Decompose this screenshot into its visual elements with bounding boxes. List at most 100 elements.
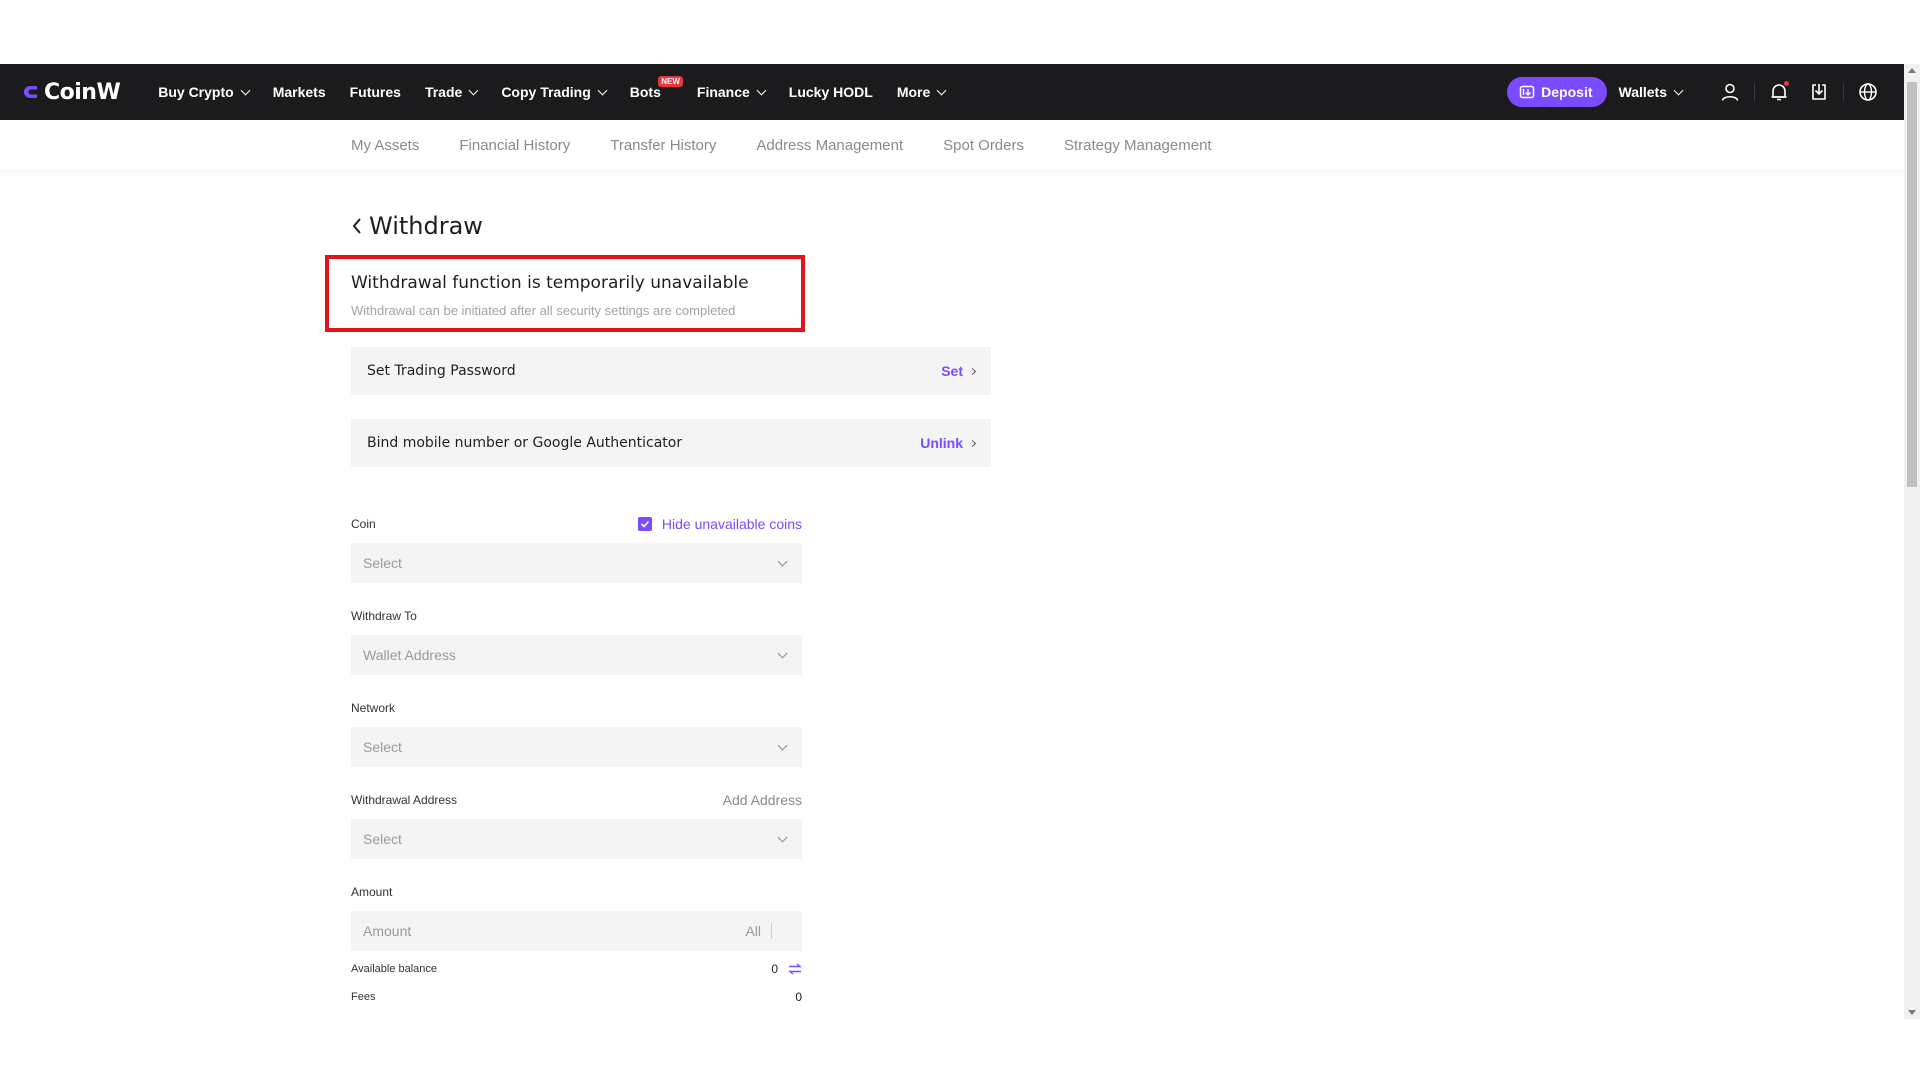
globe-icon-svg [1859, 83, 1877, 101]
globe-icon[interactable] [1848, 72, 1888, 112]
coin-field: Coin Hide unavailable coins Select [351, 512, 802, 604]
amount-input[interactable] [363, 923, 746, 939]
scroll-up-arrow-icon[interactable] [1908, 68, 1916, 73]
logo-text: CoinW [44, 79, 121, 105]
chevron-down-icon [468, 85, 479, 95]
set-trading-password-button[interactable]: Set [941, 363, 977, 379]
divider [1843, 83, 1844, 101]
nav-item-bots[interactable]: Bots NEW [630, 76, 683, 100]
unlink-authenticator-button[interactable]: Unlink [920, 435, 977, 451]
withdrawal-address-field: Withdrawal Address Add Address Select [351, 788, 802, 880]
scroll-thumb[interactable] [1907, 82, 1917, 487]
coin-select-value: Select [363, 555, 402, 571]
nav-item-futures[interactable]: Futures [350, 84, 401, 100]
subnav-transfer-history[interactable]: Transfer History [610, 137, 716, 154]
nav-item-buy-crypto[interactable]: Buy Crypto [158, 84, 251, 100]
withdrawal-unavailable-notice: Withdrawal function is temporarily unava… [325, 255, 805, 332]
amount-field: Amount All Available balance 0 [351, 880, 802, 1011]
withdraw-to-select[interactable]: Wallet Address [351, 635, 802, 675]
checkbox-checked-icon[interactable] [637, 517, 652, 531]
divider [1754, 83, 1755, 101]
hide-coins-label: Hide unavailable coins [661, 516, 802, 532]
bell-icon[interactable] [1759, 72, 1799, 112]
main-nav: Buy Crypto Markets Futures Trade Copy Tr… [158, 76, 969, 100]
fees-row: Fees 0 [351, 983, 802, 1011]
subnav-strategy-management[interactable]: Strategy Management [1064, 137, 1212, 154]
nav-label: Finance [696, 84, 750, 100]
action-label: Unlink [920, 435, 963, 451]
chevron-down-icon [936, 85, 947, 95]
add-address-link[interactable]: Add Address [723, 792, 802, 808]
fees-value: 0 [795, 990, 802, 1004]
logo[interactable]: CoinW [24, 79, 121, 105]
download-icon[interactable] [1799, 72, 1839, 112]
top-navbar: CoinW Buy Crypto Markets Futures Trade C… [0, 64, 1904, 120]
deposit-button[interactable]: Deposit [1507, 77, 1607, 107]
page: CoinW Buy Crypto Markets Futures Trade C… [0, 0, 1920, 1080]
hide-unavailable-coins-checkbox[interactable]: Hide unavailable coins [637, 516, 802, 532]
action-label: Set [941, 363, 963, 379]
chevron-down-icon [756, 85, 767, 95]
network-select[interactable]: Select [351, 727, 802, 767]
coinw-logo-icon [24, 86, 37, 98]
coin-select[interactable]: Select [351, 543, 802, 583]
network-field: Network Select [351, 696, 802, 788]
chevron-down-icon [777, 648, 788, 658]
nav-label: Trade [424, 84, 463, 100]
wallets-menu[interactable]: Wallets [1618, 84, 1684, 100]
nav-label: More [896, 84, 931, 100]
back-to-assets[interactable]: Withdraw [351, 212, 991, 240]
nav-label: Lucky HODL [788, 84, 873, 100]
wallets-label: Wallets [1618, 84, 1668, 100]
withdrawal-address-label: Withdrawal Address [351, 793, 458, 807]
nav-item-more[interactable]: More [896, 84, 947, 100]
new-badge: NEW [658, 76, 683, 87]
download-icon-svg [1812, 84, 1826, 100]
notice-title: Withdrawal function is temporarily unava… [351, 273, 749, 293]
security-item-label: Bind mobile number or Google Authenticat… [367, 435, 683, 451]
all-amount-button[interactable]: All [745, 923, 772, 939]
address-select-value: Select [363, 831, 402, 847]
nav-item-trade[interactable]: Trade [424, 84, 479, 100]
chevron-down-icon [777, 556, 788, 566]
scroll-down-arrow-icon[interactable] [1908, 1010, 1916, 1015]
chevron-down-icon [597, 85, 608, 95]
user-icon-svg [1721, 83, 1739, 101]
available-balance-label: Available balance [351, 963, 438, 975]
subnav-address-management[interactable]: Address Management [756, 137, 903, 154]
withdraw-to-label: Withdraw To [351, 609, 417, 623]
withdrawal-address-select[interactable]: Select [351, 819, 802, 859]
nav-label: Copy Trading [501, 84, 591, 100]
subnav-financial-history[interactable]: Financial History [459, 137, 570, 154]
available-balance-value: 0 [771, 962, 778, 976]
coin-label: Coin [351, 517, 376, 531]
trading-password-row: Set Trading Password Set [351, 347, 991, 395]
subnav-my-assets[interactable]: My Assets [351, 137, 419, 154]
nav-item-lucky-hodl[interactable]: Lucky HODL [789, 84, 873, 100]
chevron-down-icon [777, 740, 788, 750]
amount-label: Amount [351, 885, 393, 899]
security-item-label: Set Trading Password [367, 363, 516, 379]
withdraw-form: Coin Hide unavailable coins Select Withd… [351, 512, 802, 1011]
nav-item-copy-trading[interactable]: Copy Trading [501, 84, 608, 100]
deposit-icon [1519, 85, 1535, 99]
page-scrollbar[interactable] [1904, 64, 1920, 1019]
notice-subtitle: Withdrawal can be initiated after all se… [351, 303, 736, 318]
assets-subnav: My Assets Financial History Transfer His… [0, 120, 1904, 170]
available-balance-row: Available balance 0 [351, 955, 802, 983]
network-select-value: Select [363, 739, 402, 755]
nav-item-markets[interactable]: Markets [273, 84, 326, 100]
fees-label: Fees [351, 991, 376, 1003]
authenticator-row: Bind mobile number or Google Authenticat… [351, 419, 991, 467]
chevron-right-icon [968, 367, 977, 375]
nav-item-finance[interactable]: Finance [696, 84, 767, 100]
chevron-left-icon[interactable] [351, 214, 369, 238]
nav-label: Buy Crypto [158, 84, 234, 100]
subnav-spot-orders[interactable]: Spot Orders [943, 137, 1024, 154]
notification-dot [1784, 81, 1789, 86]
transfer-swap-icon[interactable] [788, 963, 802, 975]
chevron-right-icon [968, 439, 977, 447]
network-label: Network [351, 701, 396, 715]
user-icon[interactable] [1710, 72, 1750, 112]
page-title: Withdraw [369, 212, 483, 240]
